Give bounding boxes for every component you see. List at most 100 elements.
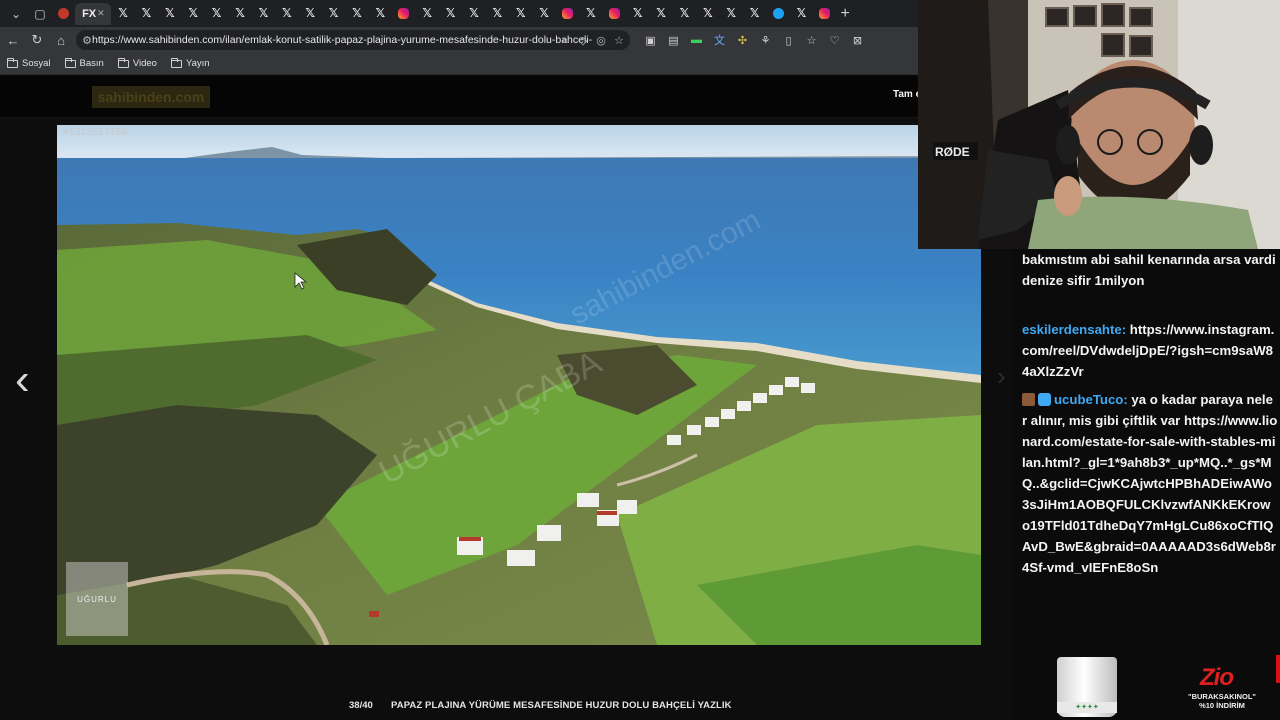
close-icon[interactable]: ✕: [97, 8, 105, 19]
tab-item[interactable]: [766, 3, 789, 25]
tab-search-chevron-icon[interactable]: ⌄: [4, 3, 28, 25]
bookmark-folder-sosyal[interactable]: Sosyal: [7, 57, 51, 69]
tab-item[interactable]: 𝕏: [439, 3, 462, 25]
photo-thumbnail[interactable]: UĞURLU: [66, 562, 128, 636]
instagram-icon: [819, 8, 831, 19]
heart-icon[interactable]: ♡: [826, 32, 843, 49]
extension-icon[interactable]: ▤: [665, 32, 682, 49]
tab-item[interactable]: 𝕏: [532, 3, 555, 25]
tab-item[interactable]: [813, 3, 836, 25]
tab-item[interactable]: 𝕏: [649, 3, 672, 25]
tab-list: 𝕏𝕏𝕏𝕏𝕏𝕏𝕏𝕏𝕏𝕏𝕏𝕏𝕏𝕏𝕏𝕏𝕏𝕏𝕏𝕏𝕏𝕏𝕏𝕏𝕏𝕏: [111, 3, 836, 25]
tag-icon[interactable]: ◇: [576, 33, 590, 47]
tab-item[interactable]: 𝕏: [415, 3, 438, 25]
cube-badge-icon: [1038, 393, 1051, 406]
next-photo-chevron-icon[interactable]: ›: [997, 363, 1006, 389]
x-logo-icon: 𝕏: [749, 6, 760, 20]
chat-username[interactable]: eskilerdensahte:: [1022, 322, 1126, 337]
bookmark-folder-yayin[interactable]: Yayın: [170, 57, 210, 69]
home-icon[interactable]: ⌂: [49, 28, 73, 52]
extension-green-icon[interactable]: ▬: [688, 32, 705, 49]
favorites-icon[interactable]: ☆: [803, 32, 820, 49]
url-field[interactable]: ⚙ https://www.sahibinden.com/ilan/emlak-…: [76, 30, 630, 50]
tab-item[interactable]: 𝕏: [135, 3, 158, 25]
x-logo-icon: 𝕏: [352, 6, 362, 20]
aerial-landscape-image: UĞURLU ÇABA sahibinden.com: [57, 125, 981, 645]
badge-icon: [1022, 393, 1035, 406]
tab-item[interactable]: 𝕏: [509, 3, 532, 25]
tab-item[interactable]: 𝕏: [299, 3, 322, 25]
tab-item[interactable]: 𝕏: [462, 3, 485, 25]
tab-item[interactable]: 𝕏: [626, 3, 649, 25]
chat-username[interactable]: ucubeTuco:: [1054, 392, 1128, 407]
tab-item[interactable]: 𝕏: [486, 3, 509, 25]
tab-item[interactable]: [556, 3, 579, 25]
split-view-icon[interactable]: ▯: [780, 32, 797, 49]
tab-item[interactable]: 𝕏: [111, 3, 134, 25]
chat-message-text: ya o kadar paraya neler alınır, mis gibi…: [1022, 392, 1278, 575]
thumbnail-watermark: UĞURLU: [77, 594, 117, 604]
x-logo-icon: 𝕏: [656, 6, 666, 20]
bookmark-label: Video: [132, 58, 157, 69]
tab-item[interactable]: 𝕏: [369, 3, 392, 25]
bookmark-star-icon[interactable]: ☆: [612, 33, 626, 47]
x-logo-icon: 𝕏: [375, 6, 386, 20]
bookmark-folder-basin[interactable]: Basın: [64, 57, 104, 69]
tab-item[interactable]: [52, 3, 75, 25]
listing-photo[interactable]: UĞURLU ÇABA sahibinden.com: [57, 125, 981, 645]
x-logo-icon: 𝕏: [492, 6, 503, 20]
x-logo-icon: 𝕏: [422, 6, 432, 20]
streamer-webcam-image: RØDE: [918, 0, 1280, 249]
x-logo-icon: 𝕏: [188, 6, 199, 20]
extension-icon[interactable]: ▣: [642, 32, 659, 49]
instagram-icon: [562, 8, 573, 19]
x-logo-icon: 𝕏: [211, 6, 222, 20]
tab-item[interactable]: 𝕏: [252, 3, 275, 25]
x-logo-icon: 𝕏: [281, 6, 292, 20]
url-actions: ⌕ ◇ ◎ ☆: [558, 30, 626, 50]
tab-item[interactable]: 𝕏: [205, 3, 228, 25]
bookmark-label: Sosyal: [22, 58, 51, 69]
tab-item[interactable]: 𝕏: [158, 3, 181, 25]
x-logo-icon: 𝕏: [258, 6, 269, 20]
workspaces-icon[interactable]: ▢: [28, 3, 52, 25]
tab-item[interactable]: 𝕏: [228, 3, 251, 25]
tab-active-label: FX: [82, 7, 97, 20]
fullscreen-link[interactable]: Tam e: [893, 89, 921, 100]
tab-item[interactable]: 𝕏: [275, 3, 298, 25]
tab-item[interactable]: 𝕏: [790, 3, 813, 25]
tab-favicon-icon: [58, 8, 70, 19]
site-logo[interactable]: sahibinden.com: [92, 86, 210, 108]
tab-item[interactable]: 𝕏: [743, 3, 766, 25]
tab-item[interactable]: 𝕏: [720, 3, 743, 25]
bookmark-folder-video[interactable]: Video: [117, 57, 157, 69]
tab-item[interactable]: 𝕏: [696, 3, 719, 25]
collections-icon[interactable]: ⊠: [849, 32, 866, 49]
extension-yellow-icon[interactable]: ✣: [734, 32, 751, 49]
instagram-icon: [608, 8, 620, 19]
prev-photo-chevron-icon[interactable]: ‹: [15, 358, 30, 402]
site-search-input[interactable]: [222, 89, 392, 105]
folder-icon: [64, 57, 76, 68]
tab-item[interactable]: [603, 3, 626, 25]
reader-icon[interactable]: ◎: [594, 33, 608, 47]
address-bar-row: ← ↻ ⌂ ⚙ https://www.sahibinden.com/ilan/…: [0, 27, 918, 53]
zoom-icon[interactable]: ⌕: [558, 33, 572, 47]
site-info-icon[interactable]: ⚙: [82, 33, 92, 47]
x-logo-icon: 𝕏: [679, 6, 690, 20]
tab-item[interactable]: 𝕏: [579, 3, 602, 25]
puzzle-icon[interactable]: ⚘: [757, 32, 774, 49]
reload-icon[interactable]: ↻: [25, 28, 49, 52]
tab-item[interactable]: 𝕏: [322, 3, 345, 25]
tab-item[interactable]: 𝕏: [673, 3, 696, 25]
photo-counter: 38/40: [349, 700, 373, 711]
translate-icon[interactable]: 文: [711, 32, 728, 49]
stream-chat: bakmıstım abi sahil kenarında arsa vardi…: [1012, 249, 1280, 720]
back-arrow-icon[interactable]: ←: [1, 28, 25, 52]
tab-item[interactable]: 𝕏: [345, 3, 368, 25]
tab-item[interactable]: [392, 3, 415, 25]
tab-active[interactable]: FX ✕: [75, 2, 112, 25]
tab-item[interactable]: 𝕏: [182, 3, 205, 25]
x-logo-icon: 𝕏: [445, 6, 456, 20]
new-tab-icon[interactable]: +: [841, 5, 850, 23]
